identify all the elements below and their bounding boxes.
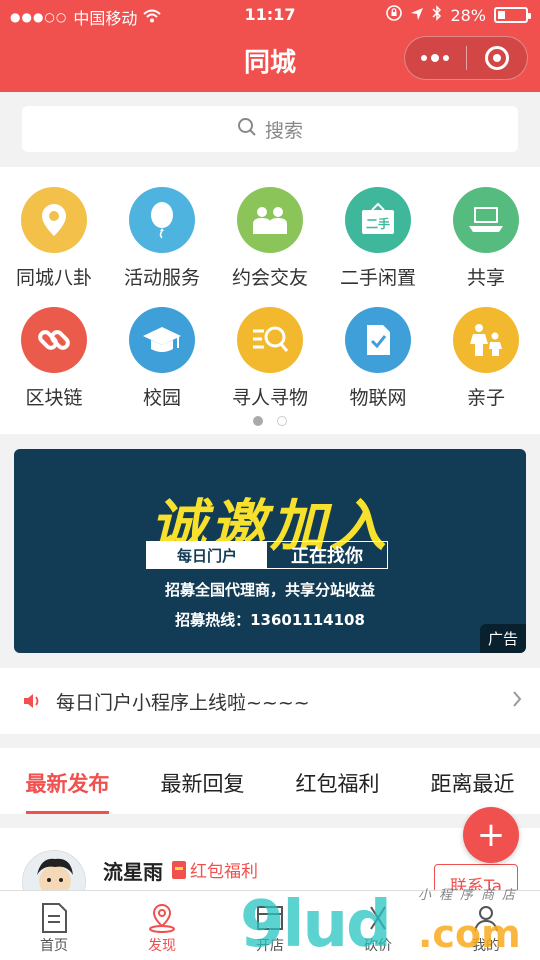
nav-store[interactable]: 开店	[216, 891, 324, 960]
category-item[interactable]: 亲子	[432, 287, 540, 409]
category-item[interactable]: 共享	[432, 167, 540, 289]
banner-line-1: 招募全国代理商，共享分站收益	[164, 581, 375, 599]
banner-line-2: 招募热线：13601114108	[175, 611, 365, 629]
secondhand-sign-icon: 二手	[345, 187, 411, 253]
top-bar: ●●●○○ 中国移动 11:17 28% 同城	[0, 0, 540, 92]
red-packet-label: 红包福利	[190, 862, 258, 882]
post-author: 流星雨	[103, 860, 163, 884]
store-icon	[216, 901, 324, 935]
tab-nearest[interactable]: 距离最近	[405, 748, 540, 814]
category-label: 亲子	[466, 387, 505, 409]
battery-percent: 28%	[450, 5, 486, 25]
parent-child-icon	[453, 307, 519, 373]
share-laptop-icon	[453, 187, 519, 253]
red-envelope-icon	[172, 860, 186, 879]
feed-tabs: 最新发布 最新回复 红包福利 距离最近	[0, 748, 540, 814]
banner-tag-right: 正在找你	[291, 546, 363, 567]
category-item[interactable]: 活动服务	[108, 167, 216, 289]
ad-label: 广告	[479, 624, 526, 653]
scissors-tag-icon	[324, 901, 432, 935]
add-post-button[interactable]: +	[463, 807, 519, 863]
category-item[interactable]: 二手 二手闲置	[324, 167, 432, 289]
contact-button[interactable]: 联系Ta	[434, 864, 518, 890]
close-button[interactable]	[467, 37, 528, 79]
nav-home-label: 首页	[40, 938, 68, 954]
banner-section: 诚邀加入 每日门户 正在找你 招募全国代理商，共享分站收益 招募热线：13601…	[0, 434, 540, 668]
mini-program-capsule	[404, 36, 528, 80]
announcement-text: 每日门户小程序上线啦~~~~	[56, 691, 310, 714]
post-item[interactable]: 流星雨 红包福利 联系Ta	[0, 828, 540, 890]
pager-dot[interactable]	[277, 416, 287, 426]
nav-mine-label: 我的	[472, 938, 500, 954]
search-section: 搜索	[0, 92, 540, 167]
nav-discover[interactable]: 发现	[108, 891, 216, 960]
nav-discover-label: 发现	[148, 938, 176, 954]
people-icon	[237, 187, 303, 253]
category-label: 共享	[466, 267, 505, 289]
location-discover-icon	[108, 901, 216, 935]
category-label: 约会交友	[231, 267, 308, 289]
svg-text:二手: 二手	[366, 216, 390, 231]
avatar[interactable]	[22, 850, 86, 890]
bottom-nav: 首页 发现 开店 砍价 我的	[0, 890, 540, 960]
tab-latest[interactable]: 最新发布	[0, 748, 135, 814]
category-item[interactable]: 校园	[108, 287, 216, 409]
pager-dot-active[interactable]	[253, 416, 263, 426]
location-pin-icon	[21, 187, 87, 253]
category-item[interactable]: 约会交友	[216, 167, 324, 289]
search-list-icon	[237, 307, 303, 373]
document-check-icon	[345, 307, 411, 373]
category-item[interactable]: 寻人寻物	[216, 287, 324, 409]
category-item[interactable]: 同城八卦	[0, 167, 108, 289]
more-button[interactable]	[405, 37, 466, 79]
battery-icon	[494, 7, 531, 23]
nav-home[interactable]: 首页	[0, 891, 108, 960]
balloon-icon	[129, 187, 195, 253]
nav-bargain-label: 砍价	[364, 938, 392, 954]
banner-tag: 每日门户 正在找你	[146, 541, 388, 569]
graduation-cap-icon	[129, 307, 195, 373]
category-label: 区块链	[25, 387, 83, 409]
category-label: 活动服务	[123, 267, 200, 289]
category-label: 二手闲置	[339, 267, 416, 289]
search-icon	[237, 117, 257, 142]
nav-mine[interactable]: 我的	[432, 891, 540, 960]
category-label: 寻人寻物	[231, 387, 308, 409]
nav-bargain[interactable]: 砍价	[324, 891, 432, 960]
bluetooth-icon	[432, 5, 442, 25]
chevron-right-icon	[512, 689, 522, 714]
red-packet-tag: 红包福利	[172, 857, 258, 882]
target-circle-icon	[484, 46, 509, 70]
chain-link-icon	[21, 307, 87, 373]
more-dots-icon	[421, 53, 450, 62]
nav-store-label: 开店	[256, 938, 284, 954]
status-bar: ●●●○○ 中国移动 11:17 28%	[0, 0, 540, 32]
location-arrow-icon	[410, 6, 424, 25]
category-grid: 同城八卦 活动服务 约会交友 二手 二手闲置 共享 区块链 校园 寻人寻物 物联网 亲子	[0, 167, 540, 434]
grid-pager	[0, 416, 540, 426]
tab-replies[interactable]: 最新回复	[135, 748, 270, 814]
category-item[interactable]: 区块链	[0, 287, 108, 409]
banner-tag-left: 每日门户	[147, 542, 267, 568]
user-icon	[432, 901, 540, 935]
tab-red-packet[interactable]: 红包福利	[270, 748, 405, 814]
category-item[interactable]: 物联网	[324, 287, 432, 409]
speaker-icon	[22, 690, 44, 712]
document-icon	[0, 901, 108, 935]
search-input[interactable]: 搜索	[22, 106, 518, 152]
search-placeholder: 搜索	[264, 119, 303, 142]
ad-banner[interactable]: 诚邀加入 每日门户 正在找你 招募全国代理商，共享分站收益 招募热线：13601…	[14, 449, 526, 653]
announcement-bar[interactable]: 每日门户小程序上线啦~~~~	[0, 668, 540, 734]
category-label: 校园	[142, 387, 181, 409]
orientation-lock-icon	[386, 5, 403, 25]
category-label: 同城八卦	[15, 267, 92, 289]
category-label: 物联网	[349, 387, 407, 409]
